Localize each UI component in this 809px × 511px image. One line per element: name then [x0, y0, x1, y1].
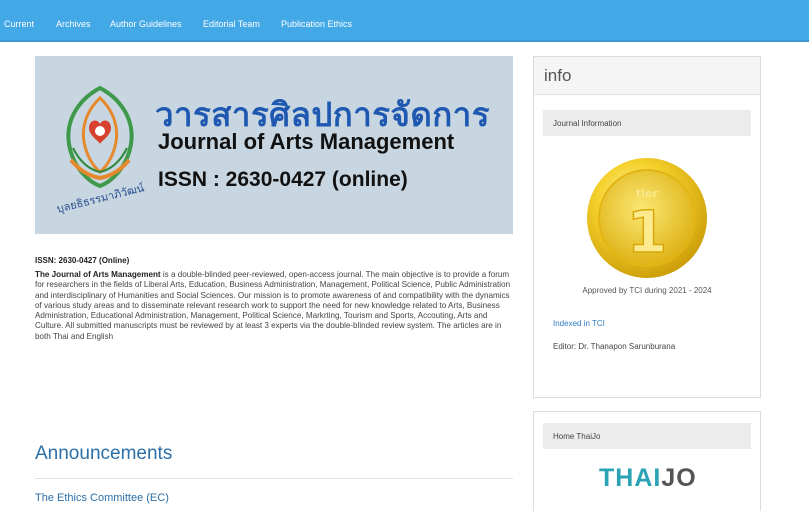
journal-banner: บุลยธิธรรมาภิวัฒน์ วารสารศิลปการจัดการ J…: [35, 56, 513, 234]
journal-logo-icon: บุลยธิธรรมาภิวัฒน์: [55, 85, 146, 216]
info-panel: info Journal Information tier 1 Approved…: [533, 56, 761, 398]
nav-item-author-guidelines[interactable]: Author Guidelines: [110, 19, 182, 29]
nav-item-current[interactable]: Current: [4, 19, 34, 29]
tci-tier-1-medal-icon: tier 1: [587, 158, 707, 278]
banner-issn: ISSN : 2630-0427 (online): [158, 168, 408, 191]
tci-approval-text: Approved by TCI during 2021 - 2024: [582, 286, 712, 295]
banner-english-title: Journal of Arts Management: [158, 129, 455, 154]
journal-information-heading: Journal Information: [543, 110, 751, 136]
home-thaijo-heading: Home ThaiJo: [543, 423, 751, 449]
announcements-divider: [35, 478, 513, 479]
journal-name: The Journal of Arts Management: [35, 270, 161, 279]
description-text: is a double-blinded peer-reviewed, open-…: [35, 270, 511, 341]
thaijo-panel: Home ThaiJo THAIJO: [533, 411, 761, 511]
nav-item-editorial-team[interactable]: Editorial Team: [203, 19, 260, 29]
journal-description: The Journal of Arts Management is a doub…: [35, 270, 513, 342]
issn-line: ISSN: 2630-0427 (Online): [35, 256, 130, 265]
thaijo-logo[interactable]: THAIJO: [599, 464, 697, 493]
indexed-in-tci-link[interactable]: Indexed in TCI: [553, 319, 605, 328]
thaijo-logo-jo: JO: [661, 464, 697, 492]
info-panel-title: info: [534, 57, 760, 95]
nav-item-archives[interactable]: Archives: [56, 19, 91, 29]
top-navigation-bar: Current Archives Author Guidelines Edito…: [0, 0, 809, 42]
announcement-link[interactable]: The Ethics Committee (EC): [35, 492, 169, 504]
thaijo-logo-thai: THAI: [599, 464, 662, 492]
editor-name: Editor: Dr. Thanapon Sarunburana: [553, 342, 676, 351]
medal-number: 1: [627, 198, 667, 266]
nav-item-publication-ethics[interactable]: Publication Ethics: [281, 19, 352, 29]
announcements-heading: Announcements: [35, 443, 173, 464]
